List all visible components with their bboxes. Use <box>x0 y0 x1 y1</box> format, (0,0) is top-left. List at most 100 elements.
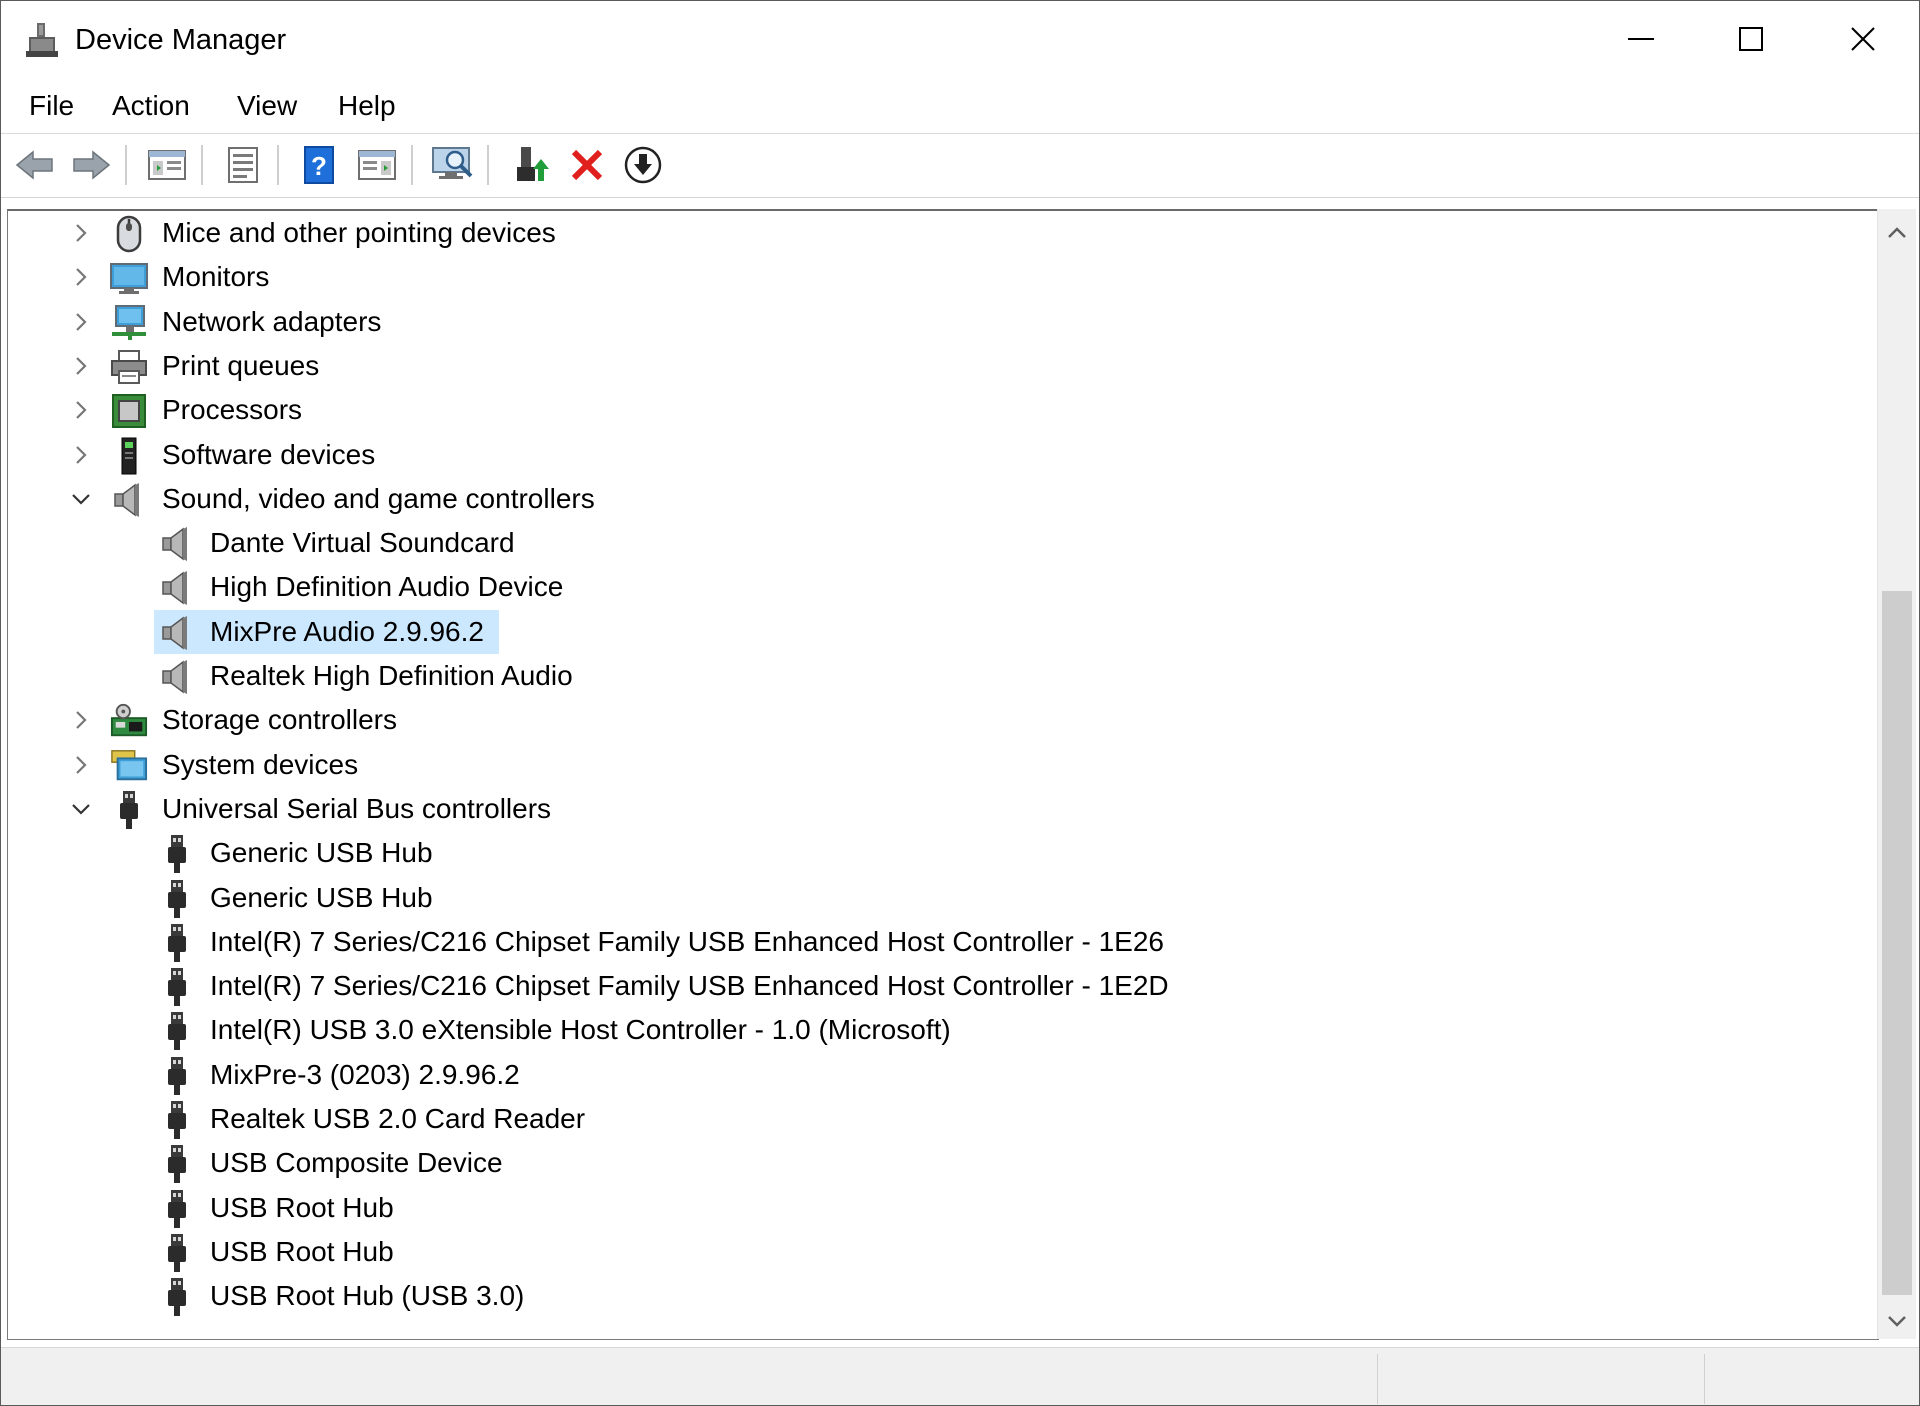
tree-device-row[interactable]: High Definition Audio Device <box>8 565 1878 609</box>
minimize-button[interactable] <box>1585 1 1697 77</box>
update-driver-button[interactable] <box>507 141 555 189</box>
tree-item-label: Universal Serial Bus controllers <box>162 792 552 824</box>
chevron-right-icon <box>76 711 87 730</box>
forward-icon <box>73 150 111 180</box>
action-pane-button[interactable] <box>353 141 401 189</box>
chevron-down-icon <box>72 804 90 815</box>
system-device-icon <box>110 747 148 785</box>
tree-category-row[interactable]: Mice and other pointing devices <box>8 211 1878 255</box>
tree-item-label: Sound, video and game controllers <box>162 482 595 514</box>
mouse-icon <box>110 215 148 253</box>
tree-category-row[interactable]: Storage controllers <box>8 698 1878 742</box>
device-tree[interactable]: Mice and other pointing devices Monitors N… <box>7 209 1879 1340</box>
chevron-right-icon <box>76 268 87 287</box>
tree-device-row[interactable]: Generic USB Hub <box>8 831 1878 875</box>
chevron-right-icon <box>76 445 87 464</box>
expand-toggle[interactable] <box>66 344 96 388</box>
tree-device-row[interactable]: MixPre Audio 2.9.96.2 <box>8 609 1878 654</box>
network-adapter-icon <box>110 304 148 342</box>
expand-toggle[interactable] <box>66 211 96 255</box>
tree-category-row[interactable]: Universal Serial Bus controllers <box>8 787 1878 831</box>
tree-item-label: Intel(R) USB 3.0 eXtensible Host Control… <box>210 1014 951 1046</box>
scroll-up-button[interactable] <box>1878 213 1916 253</box>
tree-item-label: MixPre Audio 2.9.96.2 <box>210 615 484 647</box>
tree-device-row[interactable]: Dante Virtual Soundcard <box>8 521 1878 565</box>
tree-category-row[interactable]: Sound, video and game controllers <box>8 477 1878 521</box>
help-button[interactable]: ? <box>295 141 343 189</box>
tree-device-row[interactable]: MixPre-3 (0203) 2.9.96.2 <box>8 1053 1878 1097</box>
tree-device-row[interactable]: USB Root Hub (USB 3.0) <box>8 1274 1878 1318</box>
uninstall-device-button[interactable] <box>563 141 611 189</box>
tree-device-row[interactable]: Generic USB Hub <box>8 876 1878 920</box>
help-icon: ? <box>304 146 334 184</box>
usb-plug-icon <box>158 1189 196 1228</box>
expand-toggle[interactable] <box>66 255 96 299</box>
tree-category-row[interactable]: Monitors <box>8 255 1878 299</box>
tree-device-row[interactable]: Intel(R) 7 Series/C216 Chipset Family US… <box>8 920 1878 964</box>
properties-button[interactable] <box>219 141 267 189</box>
tree-device-row[interactable]: USB Root Hub <box>8 1230 1878 1274</box>
disable-device-button[interactable] <box>619 141 667 189</box>
processor-icon <box>110 392 148 430</box>
expand-toggle[interactable] <box>66 433 96 477</box>
title-bar[interactable]: Device Manager <box>1 1 1919 77</box>
tree-item-label: USB Root Hub <box>210 1191 394 1223</box>
tree-device-row[interactable]: USB Root Hub <box>8 1186 1878 1230</box>
menu-file[interactable]: File <box>25 83 78 129</box>
tree-item-label: Realtek High Definition Audio <box>210 660 573 691</box>
tree-item-label: Intel(R) 7 Series/C216 Chipset Family US… <box>210 925 1164 957</box>
usb-plug-icon <box>158 1233 196 1272</box>
close-icon <box>1851 27 1875 51</box>
close-button[interactable] <box>1807 1 1919 77</box>
toolbar-separator <box>487 145 490 185</box>
menu-help[interactable]: Help <box>334 83 400 129</box>
tree-device-row[interactable]: Intel(R) USB 3.0 eXtensible Host Control… <box>8 1008 1878 1052</box>
usb-plug-icon <box>158 1056 196 1095</box>
toolbar-separator <box>411 145 414 185</box>
scan-hardware-button[interactable] <box>429 141 477 189</box>
usb-plug-icon <box>158 879 196 918</box>
device-manager-window: Device Manager File Action View Help ? M… <box>0 0 1920 1406</box>
tree-item-label: Print queues <box>162 349 320 381</box>
tree-device-row[interactable]: Realtek High Definition Audio <box>8 654 1878 698</box>
menu-bar: File Action View Help <box>1 83 1919 129</box>
menu-action[interactable]: Action <box>108 83 194 129</box>
tree-device-row[interactable]: Intel(R) 7 Series/C216 Chipset Family US… <box>8 964 1878 1008</box>
speaker-icon <box>158 614 196 652</box>
tree-category-row[interactable]: Software devices <box>8 433 1878 477</box>
console-tree-button[interactable] <box>143 141 191 189</box>
collapse-toggle[interactable] <box>66 477 96 521</box>
expand-toggle[interactable] <box>66 743 96 787</box>
maximize-icon <box>1739 27 1763 51</box>
tree-device-row[interactable]: USB Composite Device <box>8 1141 1878 1185</box>
scroll-thumb[interactable] <box>1882 591 1912 1295</box>
toolbar-separator <box>125 145 128 185</box>
chevron-right-icon <box>76 357 87 375</box>
tree-item-label: USB Root Hub <box>210 1235 394 1267</box>
monitor-icon <box>110 259 148 297</box>
expand-toggle[interactable] <box>66 300 96 344</box>
tree-category-row[interactable]: Print queues <box>8 344 1878 388</box>
forward-button[interactable] <box>67 141 115 189</box>
usb-plug-icon <box>158 923 196 962</box>
show-hide-console-tree-icon <box>148 150 186 180</box>
expand-toggle[interactable] <box>66 388 96 432</box>
tree-category-row[interactable]: Processors <box>8 388 1878 432</box>
device-manager-app-icon <box>25 21 59 59</box>
tree-item-label: Intel(R) 7 Series/C216 Chipset Family US… <box>210 970 1169 1002</box>
tree-device-row[interactable]: Realtek USB 2.0 Card Reader <box>8 1097 1878 1141</box>
maximize-button[interactable] <box>1695 1 1807 77</box>
scroll-down-button[interactable] <box>1878 1301 1916 1341</box>
tree-item-label: Mice and other pointing devices <box>162 217 556 248</box>
back-button[interactable] <box>11 141 59 189</box>
collapse-toggle[interactable] <box>66 787 96 831</box>
tree-category-row[interactable]: Network adapters <box>8 300 1878 344</box>
tree-category-row[interactable]: System devices <box>8 743 1878 787</box>
menu-view[interactable]: View <box>233 83 301 129</box>
vertical-scrollbar[interactable] <box>1877 209 1916 1339</box>
tree-item-label: Generic USB Hub <box>210 881 433 913</box>
expand-toggle[interactable] <box>66 698 96 742</box>
properties-icon <box>228 147 258 183</box>
printer-icon <box>110 348 148 386</box>
chevron-right-icon <box>76 755 87 774</box>
